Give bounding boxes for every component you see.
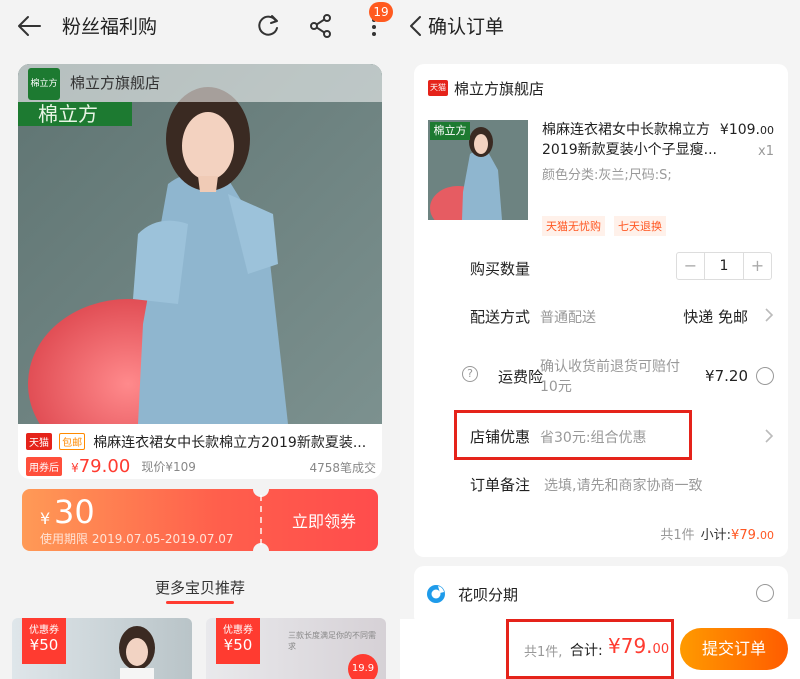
subtotal-decimal: 00	[760, 529, 774, 542]
coupon-divider	[260, 495, 262, 545]
huabei-icon	[427, 585, 445, 603]
back-arrow-icon[interactable]	[14, 12, 44, 40]
total-value: ¥79.00	[608, 634, 669, 658]
coupon-flag-value: ¥50	[29, 636, 59, 654]
item-price: ¥109.00	[720, 122, 774, 138]
insurance-description-amount: 10元	[540, 379, 572, 395]
subtotal-value: ¥79.00	[731, 528, 774, 543]
insurance-label: 运费险	[498, 368, 544, 386]
brand-logo: 棉立方	[430, 122, 470, 140]
price-badge: 19.9	[348, 654, 378, 679]
coupon-flag: 优惠券 ¥50	[22, 618, 66, 664]
subtotal-label: 小计:	[700, 528, 732, 543]
item-price-decimal: 00	[760, 124, 774, 137]
coupon-flag: 优惠券 ¥50	[216, 618, 260, 664]
quantity-plus-button[interactable]: +	[743, 253, 771, 279]
help-icon[interactable]: ?	[462, 366, 478, 382]
after-coupon-tag: 用券后	[26, 457, 62, 476]
screen: 粉丝福利购 19 棉立方 棉立方旗舰店 棉立方 天猫 包邮 棉麻连衣裙女中长款棉…	[0, 0, 800, 679]
section-underline	[166, 601, 234, 604]
brand-logo-small: 棉立方	[28, 68, 60, 100]
original-price: 现价¥109	[141, 460, 196, 474]
huabei-radio[interactable]	[756, 584, 774, 602]
total-integer: 79.	[620, 634, 653, 658]
order-note-label: 订单备注	[470, 476, 531, 494]
huabei-label: 花呗分期	[458, 586, 519, 604]
brand-logo-banner: 棉立方	[18, 102, 132, 126]
order-note-input[interactable]: 选填,请先和商家协商一致	[544, 475, 702, 495]
product-title-row[interactable]: 天猫 包邮 棉麻连衣裙女中长款棉立方2019新款夏装...	[26, 431, 376, 451]
claim-coupon-button[interactable]: 立即领券	[274, 508, 374, 532]
quantity-stepper[interactable]: − 1 +	[676, 252, 772, 280]
left-header: 粉丝福利购 19	[0, 0, 400, 52]
total-count: 共1件,	[524, 645, 563, 660]
coupon-flag-label: 优惠券	[223, 625, 253, 636]
item-price-integer: ¥109.	[719, 122, 760, 138]
coupon-amount: 30	[54, 493, 95, 531]
page-title: 粉丝福利购	[62, 16, 158, 38]
service-tag: 七天退换	[614, 216, 666, 236]
subtotal-integer: 79.	[739, 528, 760, 543]
delivery-label: 配送方式	[470, 308, 531, 326]
coupon-validity: 使用期限 2019.07.05-2019.07.07	[40, 532, 234, 546]
service-tag: 天猫无忧购	[542, 216, 605, 236]
subtotal-count: 共1件	[660, 528, 695, 543]
coupon-currency: ¥	[40, 509, 51, 528]
page-title: 确认订单	[428, 16, 505, 38]
quantity-minus-button[interactable]: −	[677, 253, 705, 279]
share-icon[interactable]	[307, 12, 335, 40]
item-quantity: x1	[758, 144, 774, 159]
highlight-box	[454, 410, 692, 460]
delivery-sub: 普通配送	[540, 310, 596, 326]
free-shipping-tag: 包邮	[59, 433, 86, 450]
chevron-right-icon[interactable]	[764, 308, 774, 322]
quantity-value[interactable]: 1	[705, 253, 743, 279]
total-currency: ¥	[608, 634, 621, 658]
sold-count: 4758笔成交	[309, 461, 376, 475]
order-card: 天猫 棉立方旗舰店 棉立方 棉麻连衣裙女中长款棉立方2019新款夏装小个子显瘦.…	[414, 64, 788, 557]
delivery-value[interactable]: 快递 免邮	[683, 306, 748, 327]
store-overlay-name: 棉立方旗舰店	[70, 74, 161, 92]
price-row: 用券后 ¥79.00 现价¥109 4758笔成交	[26, 456, 376, 478]
huabei-installment-card[interactable]: 花呗分期	[414, 566, 788, 626]
insurance-radio[interactable]	[756, 367, 774, 385]
insurance-description: 确认收货前退货可赔付	[540, 359, 680, 375]
chevron-right-icon[interactable]	[764, 429, 774, 443]
coupon-product-pane: 粉丝福利购 19 棉立方 棉立方旗舰店 棉立方 天猫 包邮 棉麻连衣裙女中长款棉…	[0, 0, 400, 679]
back-chevron-icon[interactable]	[406, 12, 426, 40]
product-photo[interactable]: 棉立方 棉立方旗舰店 棉立方	[18, 64, 382, 424]
right-header: 确认订单	[400, 0, 800, 52]
price-currency: ¥	[71, 461, 79, 475]
product-name[interactable]: 棉麻连衣裙女中长款棉立方2019新款夏装小个子显瘦...	[542, 120, 722, 160]
tmall-tag: 天猫	[26, 433, 52, 450]
checkout-bar: 共1件, 合计: ¥79.00 提交订单	[400, 619, 800, 679]
recommendation-card[interactable]: 优惠券 ¥50	[12, 618, 192, 679]
subtotal: 共1件 小计:¥79.00	[660, 524, 774, 543]
insurance-fee: ¥7.20	[705, 367, 748, 385]
notification-badge: 19	[369, 2, 393, 22]
recommendation-caption: 三款长度满足你的不同需求	[288, 631, 376, 651]
submit-order-button[interactable]: 提交订单	[680, 628, 788, 670]
tmall-icon: 天猫	[428, 80, 448, 96]
store-overlay: 棉立方 棉立方旗舰店	[18, 64, 382, 102]
store-name[interactable]: 棉立方旗舰店	[454, 78, 544, 99]
product-thumbnail[interactable]: 棉立方	[428, 120, 528, 220]
coupon-flag-label: 优惠券	[29, 625, 59, 636]
coupon-price: ¥79.00	[71, 456, 130, 477]
more-recommendations-title[interactable]: 更多宝贝推荐	[0, 577, 400, 598]
price-value: 79.00	[78, 456, 131, 477]
product-title: 棉麻连衣裙女中长款棉立方2019新款夏装...	[93, 434, 367, 451]
item-sku: 颜色分类:灰兰;尺码:S;	[542, 168, 672, 183]
total-label: 合计:	[570, 643, 603, 659]
product-card[interactable]: 棉立方 棉立方旗舰店 棉立方 天猫 包邮 棉麻连衣裙女中长款棉立方2019新款夏…	[18, 64, 382, 479]
coupon-flag-value: ¥50	[223, 636, 253, 654]
total-decimal: 00	[652, 642, 670, 657]
recommendation-card[interactable]: 优惠券 ¥50 三款长度满足你的不同需求 19.9	[206, 618, 386, 679]
coupon-banner[interactable]: ¥ 30 使用期限 2019.07.05-2019.07.07 立即领券	[22, 489, 378, 551]
quantity-label: 购买数量	[470, 260, 531, 278]
refresh-icon[interactable]	[254, 12, 282, 40]
recommendation-photo	[119, 626, 155, 679]
confirm-order-pane: 确认订单 天猫 棉立方旗舰店 棉立方 棉麻连衣裙女中长款棉立方2019新款夏装小…	[400, 0, 800, 679]
